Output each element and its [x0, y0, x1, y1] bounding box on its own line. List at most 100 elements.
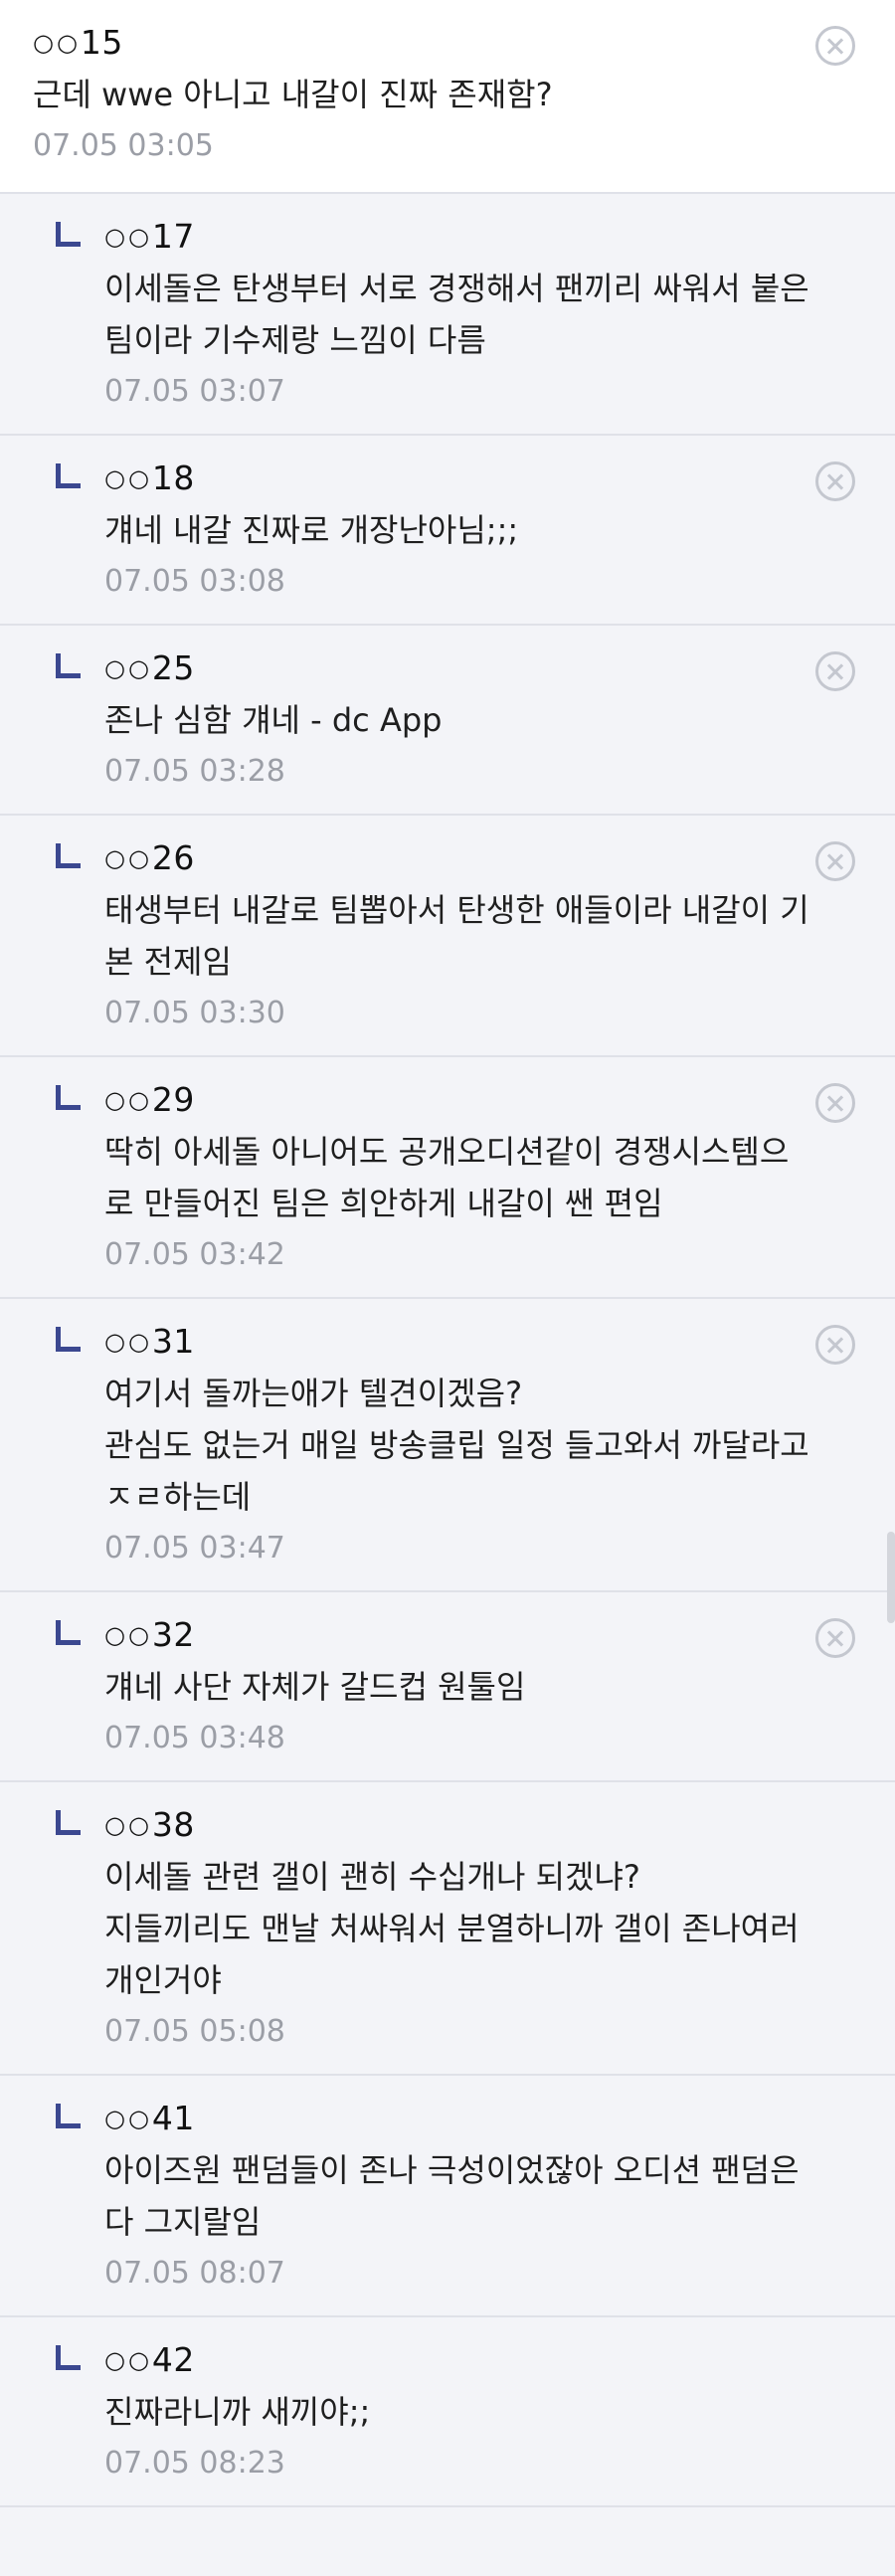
reply-arrow-icon [56, 222, 81, 247]
comment-text: 아이즈원 팬덤들이 존나 극성이었잖아 오디션 팬덤은다 그지랄임 [104, 2144, 855, 2248]
comment-text-line: 이세돌은 탄생부터 서로 경쟁해서 팬끼리 싸워서 붙은 [104, 270, 809, 307]
comment-date: 07.05 03:07 [104, 374, 285, 409]
comment-date: 07.05 03:42 [104, 1237, 285, 1272]
comment-text-line: 로 만들어진 팀은 희안하게 내갈이 쌘 편임 [104, 1185, 663, 1222]
comment-author[interactable]: ○○18 [104, 456, 855, 504]
comment-date: 07.05 03:08 [104, 564, 285, 599]
masked-name-dots: ○○ [104, 223, 152, 251]
comment-text-line: 걔네 사단 자체가 갈드컵 원툴임 [104, 1668, 526, 1706]
comment-text-line: 본 전제임 [104, 943, 232, 981]
reply-arrow-icon [56, 653, 81, 678]
author-number: 15 [80, 23, 123, 62]
comment-author[interactable]: ○○38 [104, 1802, 855, 1851]
delete-icon[interactable] [815, 1083, 855, 1123]
comment-text-line: 걔네 내갈 진짜로 개장난아님;;; [104, 511, 519, 549]
comment-text-line: 개인거야 [104, 1961, 222, 1999]
comment-date: 07.05 03:48 [104, 1721, 285, 1755]
reply-item: ○○31 여기서 돌까는애가 텔견이겠음? 관심도 없는거 매일 방송클립 일정 들… [0, 1299, 895, 1592]
comment-item: ○○15 근데 wwe 아니고 내갈이 진짜 존재함? 07.05 03:05 [0, 0, 895, 194]
reply-item: ○○32 걔네 사단 자체가 갈드컵 원툴임 07.05 03:48 [0, 1592, 895, 1782]
comment-author[interactable]: ○○25 [104, 645, 855, 694]
masked-name-dots: ○○ [104, 2105, 152, 2132]
comment-author[interactable]: ○○17 [104, 214, 855, 263]
reply-item: ○○29 딱히 아세돌 아니어도 공개오디션같이 경쟁시스템으로 만들어진 팀은 … [0, 1057, 895, 1299]
comment-text: 진짜라니까 새끼야;; [104, 2386, 855, 2438]
reply-arrow-icon [56, 1327, 81, 1352]
masked-name-dots: ○○ [104, 1811, 152, 1839]
comment-date: 07.05 05:08 [104, 2014, 285, 2049]
reply-item: ○○42 진짜라니까 새끼야;; 07.05 08:23 [0, 2317, 895, 2507]
delete-icon[interactable] [815, 26, 855, 66]
reply-arrow-icon [56, 463, 81, 488]
comment-text-line: 여기서 돌까는애가 텔견이겠음? [104, 1375, 523, 1412]
reply-arrow-icon [56, 1085, 81, 1110]
comment-date: 07.05 03:28 [104, 754, 285, 789]
comment-date: 07.05 03:30 [104, 996, 285, 1030]
comment-author[interactable]: ○○42 [104, 2337, 855, 2386]
masked-name-dots: ○○ [104, 1621, 152, 1649]
comment-date: 07.05 03:05 [33, 128, 214, 163]
comment-author[interactable]: ○○31 [104, 1319, 855, 1368]
author-number: 38 [151, 1805, 195, 1844]
author-number: 29 [151, 1080, 195, 1119]
comment-text-line: 존나 심함 걔네 - dc App [104, 701, 443, 739]
comment-text: 여기서 돌까는애가 텔견이겠음? 관심도 없는거 매일 방송클립 일정 들고와서 … [104, 1368, 855, 1523]
comment-text-line: ㅈㄹ하는데 [104, 1478, 252, 1516]
comment-date: 07.05 08:07 [104, 2256, 285, 2291]
delete-icon[interactable] [815, 1325, 855, 1365]
reply-arrow-icon [56, 2104, 81, 2128]
reply-arrow-icon [56, 2345, 81, 2370]
author-number: 31 [151, 1322, 195, 1361]
author-number: 18 [151, 459, 195, 497]
author-number: 41 [151, 2099, 195, 2137]
comment-author[interactable]: ○○15 [33, 20, 786, 69]
comment-text: 이세돌은 탄생부터 서로 경쟁해서 팬끼리 싸워서 붙은팀이라 기수제랑 느낌이… [104, 263, 855, 366]
delete-icon[interactable] [815, 651, 855, 691]
reply-item: ○○17 이세돌은 탄생부터 서로 경쟁해서 팬끼리 싸워서 붙은 팀이라 기수제랑… [0, 194, 895, 436]
delete-icon[interactable] [815, 841, 855, 881]
comment-text: 걔네 사단 자체가 갈드컵 원툴임 [104, 1661, 855, 1713]
scrollbar[interactable] [887, 1532, 895, 1623]
reply-arrow-icon [56, 843, 81, 868]
reply-item: ○○18 걔네 내갈 진짜로 개장난아님;;; 07.05 03:08 [0, 436, 895, 626]
comment-text-line: 진짜라니까 새끼야;; [104, 2393, 371, 2431]
comment-text-line: 관심도 없는거 매일 방송클립 일정 들고와서 까달라고 [104, 1426, 809, 1464]
masked-name-dots: ○○ [104, 464, 152, 492]
masked-name-dots: ○○ [104, 2346, 152, 2374]
comment-thread: ○○15 근데 wwe 아니고 내갈이 진짜 존재함? 07.05 03:05 ○○1… [0, 0, 895, 2507]
comment-text-line: 근데 wwe 아니고 내갈이 진짜 존재함? [33, 76, 553, 113]
masked-name-dots: ○○ [104, 1086, 152, 1114]
masked-name-dots: ○○ [33, 29, 81, 57]
comment-text: 태생부터 내갈로 팀뽑아서 탄생한 애들이라 내갈이 기본 전제임 [104, 884, 855, 988]
comment-text-line: 아이즈원 팬덤들이 존나 극성이었잖아 오디션 팬덤은 [104, 2151, 800, 2189]
author-number: 25 [151, 648, 195, 687]
comment-author[interactable]: ○○41 [104, 2096, 855, 2144]
delete-icon[interactable] [815, 461, 855, 501]
comment-text: 걔네 내갈 진짜로 개장난아님;;; [104, 504, 855, 556]
author-number: 17 [151, 217, 195, 256]
masked-name-dots: ○○ [104, 654, 152, 682]
reply-item: ○○25 존나 심함 걔네 - dc App 07.05 03:28 [0, 626, 895, 816]
author-number: 32 [151, 1615, 195, 1654]
comment-author[interactable]: ○○32 [104, 1612, 855, 1661]
comment-author[interactable]: ○○26 [104, 835, 855, 884]
comment-author[interactable]: ○○29 [104, 1077, 855, 1126]
comment-date: 07.05 08:23 [104, 2446, 285, 2481]
comment-text: 근데 wwe 아니고 내갈이 진짜 존재함? [33, 69, 786, 120]
masked-name-dots: ○○ [104, 844, 152, 872]
comment-text: 이세돌 관련 갤이 괜히 수십개나 되겠냐? 지들끼리도 맨날 처싸워서 분열하니… [104, 1851, 855, 2006]
reply-arrow-icon [56, 1810, 81, 1835]
comment-text-line: 다 그지랄임 [104, 2203, 262, 2241]
comment-date: 07.05 03:47 [104, 1531, 285, 1565]
delete-icon[interactable] [815, 1618, 855, 1658]
comment-text-line: 이세돌 관련 갤이 괜히 수십개나 되겠냐? [104, 1858, 640, 1896]
masked-name-dots: ○○ [104, 1328, 152, 1356]
comment-text-line: 딱히 아세돌 아니어도 공개오디션같이 경쟁시스템으 [104, 1133, 790, 1171]
reply-item: ○○26 태생부터 내갈로 팀뽑아서 탄생한 애들이라 내갈이 기본 전제임 07.… [0, 816, 895, 1057]
reply-item: ○○38 이세돌 관련 갤이 괜히 수십개나 되겠냐? 지들끼리도 맨날 처싸워서 … [0, 1782, 895, 2076]
reply-arrow-icon [56, 1620, 81, 1645]
comment-text-line: 태생부터 내갈로 팀뽑아서 탄생한 애들이라 내갈이 기 [104, 891, 809, 929]
author-number: 42 [151, 2340, 195, 2379]
author-number: 26 [151, 838, 195, 877]
comment-text-line: 팀이라 기수제랑 느낌이 다름 [104, 321, 486, 359]
